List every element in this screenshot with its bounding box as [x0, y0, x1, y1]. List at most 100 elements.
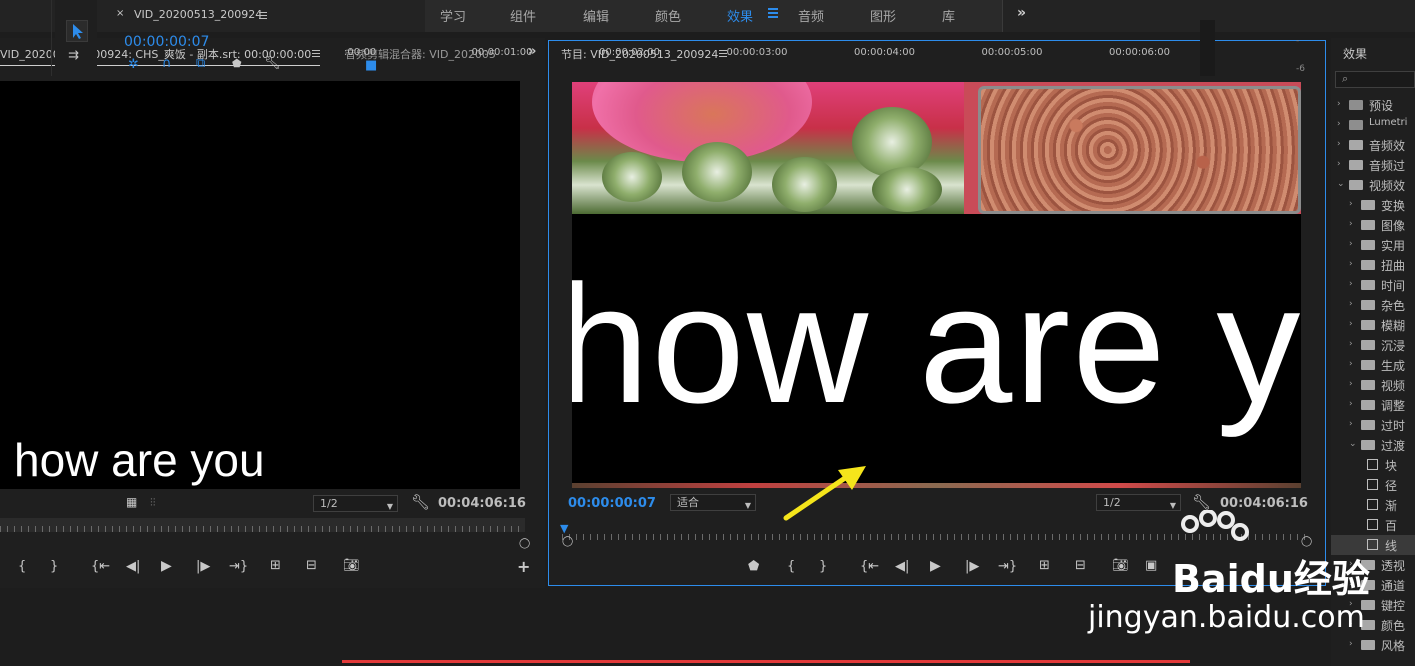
- chevron-right-icon[interactable]: ›: [1349, 299, 1353, 309]
- timeline-playhead[interactable]: ■: [365, 58, 377, 73]
- effects-folder-item[interactable]: › 扭曲: [1331, 255, 1415, 275]
- effects-folder-item[interactable]: ⌄ 过渡: [1331, 435, 1415, 455]
- effects-folder-item[interactable]: › 时间: [1331, 275, 1415, 295]
- effects-folder-item[interactable]: › 预设: [1331, 95, 1415, 115]
- sequence-tab-menu-icon[interactable]: [259, 12, 267, 21]
- workspace-tab-editing[interactable]: 编辑: [583, 6, 609, 25]
- chevron-right-icon[interactable]: ›: [1337, 139, 1341, 149]
- timeline-add-marker-icon[interactable]: ⬟: [232, 57, 242, 70]
- effects-folder-item[interactable]: › 模糊: [1331, 315, 1415, 335]
- effects-folder-item[interactable]: › 变换: [1331, 195, 1415, 215]
- effects-folder-item[interactable]: › 沉浸: [1331, 335, 1415, 355]
- step-back-icon[interactable]: ◀|: [126, 559, 140, 574]
- chevron-right-icon[interactable]: ›: [1349, 399, 1353, 409]
- program-current-time[interactable]: 00:00:00:07: [568, 496, 656, 511]
- chevron-right-icon[interactable]: ›: [1349, 219, 1353, 229]
- chevron-right-icon[interactable]: ›: [1349, 419, 1353, 429]
- program-mark-in-icon[interactable]: {: [787, 559, 795, 574]
- effects-folder-item[interactable]: › 实用: [1331, 235, 1415, 255]
- chevron-down-icon[interactable]: ⌄: [1349, 439, 1357, 449]
- add-marker-icon[interactable]: ⬟: [748, 559, 759, 574]
- overwrite-icon[interactable]: ⊟: [306, 558, 317, 573]
- chevron-right-icon[interactable]: ›: [1349, 639, 1353, 649]
- effects-folder-item[interactable]: › 音频效: [1331, 135, 1415, 155]
- go-to-in-icon[interactable]: {⇤: [91, 559, 110, 574]
- step-forward-icon[interactable]: |▶: [196, 559, 210, 574]
- chevron-right-icon[interactable]: ›: [1349, 359, 1353, 369]
- chevron-down-icon[interactable]: ⌄: [1337, 179, 1345, 189]
- chevron-right-icon[interactable]: ›: [1349, 199, 1353, 209]
- program-resolution-select[interactable]: 1/2 ▼: [1096, 494, 1181, 511]
- effects-tab[interactable]: 效果: [1343, 45, 1367, 62]
- comparison-view-icon[interactable]: ▣: [1145, 558, 1157, 573]
- program-mark-out-icon[interactable]: }: [819, 559, 827, 574]
- nest-snap-icon[interactable]: ✲: [128, 57, 139, 72]
- program-step-back-icon[interactable]: ◀|: [895, 559, 909, 574]
- program-zoom-start-handle[interactable]: ◯: [562, 536, 573, 547]
- track-select-tool-icon[interactable]: ⇉: [68, 48, 79, 63]
- workspace-more-icon[interactable]: »: [1017, 5, 1026, 21]
- workspace-tab-assembly[interactable]: 组件: [510, 6, 536, 25]
- drag-video-icon[interactable]: ▦: [126, 495, 137, 509]
- chevron-right-icon[interactable]: ›: [1349, 339, 1353, 349]
- effects-search-input[interactable]: ⌕: [1335, 71, 1415, 88]
- chevron-right-icon[interactable]: ›: [1349, 239, 1353, 249]
- program-playhead[interactable]: ▼: [560, 522, 568, 535]
- drag-audio-icon[interactable]: ⫶⫶: [150, 496, 156, 510]
- effect-item[interactable]: 渐: [1331, 495, 1415, 515]
- close-sequence-icon[interactable]: ×: [116, 8, 124, 19]
- source-settings-wrench-icon[interactable]: 🔧︎: [411, 493, 430, 511]
- program-fit-select[interactable]: 适合 ▼: [670, 494, 756, 511]
- source-resolution-select[interactable]: 1/2 ▼: [313, 495, 398, 512]
- timeline-settings-wrench-icon[interactable]: 🔧︎: [264, 56, 281, 71]
- effects-folder-item[interactable]: › 音频过: [1331, 155, 1415, 175]
- workspace-tab-learn[interactable]: 学习: [440, 6, 466, 25]
- workspace-tab-color[interactable]: 颜色: [655, 6, 681, 25]
- lift-icon[interactable]: ⊞: [1039, 558, 1050, 573]
- effects-folder-item[interactable]: › 图像: [1331, 215, 1415, 235]
- linked-selection-icon[interactable]: ⧉: [196, 56, 205, 71]
- play-icon[interactable]: ▶: [161, 558, 172, 574]
- effects-folder-item[interactable]: › 风格: [1331, 635, 1415, 655]
- effects-folder-item[interactable]: › Lumetri: [1331, 115, 1415, 135]
- effects-folder-item[interactable]: › 杂色: [1331, 295, 1415, 315]
- snap-magnet-icon[interactable]: ∩: [162, 56, 172, 71]
- go-to-out-icon[interactable]: ⇥}: [229, 559, 248, 574]
- program-play-icon[interactable]: ▶: [930, 558, 941, 574]
- effects-folder-item[interactable]: ⌄ 视频效: [1331, 175, 1415, 195]
- program-step-forward-icon[interactable]: |▶: [965, 559, 979, 574]
- chevron-right-icon[interactable]: ›: [1349, 379, 1353, 389]
- chevron-right-icon[interactable]: ›: [1337, 99, 1341, 109]
- workspace-tab-graphics[interactable]: 图形: [870, 6, 896, 25]
- chevron-right-icon[interactable]: ›: [1349, 319, 1353, 329]
- source-time-ruler[interactable]: [0, 518, 525, 532]
- effects-folder-item[interactable]: › 调整: [1331, 395, 1415, 415]
- effect-item[interactable]: 径: [1331, 475, 1415, 495]
- source-tab-menu-icon[interactable]: [312, 50, 320, 59]
- workspace-tab-effects[interactable]: 效果: [727, 6, 753, 25]
- workspace-tab-audio[interactable]: 音频: [798, 6, 824, 25]
- insert-icon[interactable]: ⊞: [270, 558, 281, 573]
- mark-in-icon[interactable]: {: [18, 559, 26, 574]
- sequence-tab[interactable]: VID_20200513_200924: [134, 8, 262, 21]
- add-button-icon[interactable]: +: [517, 557, 530, 576]
- program-go-to-in-icon[interactable]: {⇤: [860, 559, 879, 574]
- program-export-frame-icon[interactable]: 📷︎: [1112, 558, 1129, 573]
- workspace-tab-libraries[interactable]: 库: [942, 6, 955, 25]
- chevron-right-icon[interactable]: ›: [1349, 259, 1353, 269]
- chevron-right-icon[interactable]: ›: [1349, 279, 1353, 289]
- program-go-to-out-icon[interactable]: ⇥}: [998, 559, 1017, 574]
- chevron-right-icon[interactable]: ›: [1337, 159, 1341, 169]
- export-frame-camera-icon[interactable]: 📷︎: [343, 558, 360, 573]
- effects-folder-item[interactable]: › 视频: [1331, 375, 1415, 395]
- workspace-menu-icon[interactable]: [768, 8, 778, 20]
- effect-item[interactable]: 块: [1331, 455, 1415, 475]
- effects-folder-item[interactable]: › 生成: [1331, 355, 1415, 375]
- effect-item[interactable]: 百: [1331, 515, 1415, 535]
- timeline-current-time[interactable]: 00:00:00:07: [124, 34, 209, 50]
- extract-icon[interactable]: ⊟: [1075, 558, 1086, 573]
- mark-out-icon[interactable]: }: [50, 559, 58, 574]
- program-settings-wrench-icon[interactable]: 🔧︎: [1192, 493, 1211, 511]
- chevron-right-icon[interactable]: ›: [1337, 119, 1341, 129]
- effects-folder-item[interactable]: › 过时: [1331, 415, 1415, 435]
